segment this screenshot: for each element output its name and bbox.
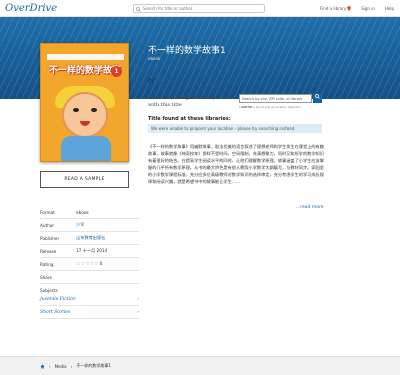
detail-publisher-link[interactable]: 山东教育出版社 <box>76 235 105 241</box>
find-library-link[interactable]: Find a library <box>320 6 351 11</box>
detail-row-publisher: Publisher 山东教育出版社 <box>40 232 139 245</box>
chevron-right-icon: › <box>137 296 139 302</box>
cover-body <box>61 136 111 161</box>
detail-author-link[interactable]: 少军 <box>76 222 84 228</box>
subject-label: Short Stories <box>40 309 71 315</box>
detail-key: Publisher <box>40 235 60 241</box>
star-icons: ☆☆☆☆☆ <box>76 261 99 267</box>
detail-key: Author <box>40 222 55 228</box>
cover-eye <box>91 108 97 112</box>
library-search-input[interactable]: Search by city, ZIP code, or library nam… <box>239 94 312 109</box>
book-title: 不一样的数学故事1 <box>148 46 226 56</box>
library-search-button[interactable] <box>313 94 322 103</box>
breadcrumb-current: 不一样的数学故事1 <box>76 363 111 368</box>
details-table: Format ebook Author 少军 Publisher 山东教育出版社… <box>40 206 139 319</box>
author-link[interactable]: 少军 <box>156 78 166 84</box>
rating-count: 0 <box>99 261 103 266</box>
cover-eye <box>73 108 79 112</box>
by-prefix: By <box>148 78 155 84</box>
subjects-heading-label: Subjects <box>40 288 58 293</box>
description-fade <box>148 191 324 203</box>
top-nav: Find a library Sign in Help <box>320 6 394 11</box>
detail-key: Release <box>40 248 57 254</box>
detail-row-format: Format ebook <box>40 206 139 219</box>
cover-badge: 1 <box>111 66 122 77</box>
subject-item[interactable]: Short Stories › <box>40 306 139 319</box>
found-libraries-title: Title found at these libraries: <box>148 116 231 122</box>
detail-row-rating: Rating ☆☆☆☆☆ 0 <box>40 258 139 271</box>
location-alert: We were unable to pinpoint your location… <box>148 124 322 133</box>
breadcrumb-separator: › <box>49 363 51 369</box>
cover-face <box>62 92 108 138</box>
search-input[interactable] <box>134 5 254 12</box>
detail-row-share[interactable]: Share <box>40 271 139 284</box>
search-icon <box>315 94 320 99</box>
rating-stars[interactable]: ☆☆☆☆☆ 0 <box>76 261 102 267</box>
breadcrumb-media[interactable]: Media <box>55 364 67 369</box>
breadcrumb: › Media › 不一样的数学故事1 <box>0 356 400 375</box>
read-sample-button[interactable]: READ A SAMPLE <box>40 171 129 188</box>
author-line: By 少军 <box>148 77 166 84</box>
find-library-label: Find a library <box>320 6 347 11</box>
detail-row-author: Author 少军 <box>40 219 139 232</box>
location-pin-icon <box>347 6 351 11</box>
top-bar: OverDrive Find a library Sign in Help <box>0 0 400 17</box>
detail-value: ebook <box>76 209 89 215</box>
detail-key: Rating <box>40 261 54 267</box>
detail-key: Format <box>40 209 55 215</box>
detail-row-release: Release 17 十一月 2014 <box>40 245 139 258</box>
sign-in-link[interactable]: Sign in <box>361 6 375 11</box>
subject-label: Juvenile Fiction <box>40 296 76 302</box>
library-search-prompt: Search for a digital library with this t… <box>148 95 216 108</box>
detail-key: Share <box>40 274 53 280</box>
search-icon <box>136 6 141 12</box>
home-icon[interactable] <box>40 364 45 369</box>
breadcrumb-separator: › <box>70 363 73 369</box>
book-cover[interactable]: 不一样的数学故事 1 <box>40 43 129 162</box>
subject-item[interactable]: Juvenile Fiction › <box>40 293 139 306</box>
detail-value: 17 十一月 2014 <box>76 248 108 253</box>
subjects-heading: Subjects <box>40 284 139 293</box>
chevron-right-icon: › <box>137 309 139 315</box>
overdrive-logo[interactable]: OverDrive <box>5 3 57 14</box>
format-label: ebook <box>148 56 161 61</box>
location-note[interactable]: Learn more about precise location detect… <box>239 105 301 109</box>
cover-band <box>47 54 124 60</box>
help-link[interactable]: Help <box>385 6 394 11</box>
site-search[interactable] <box>133 4 265 13</box>
read-more-link[interactable]: ...read more <box>296 205 324 210</box>
